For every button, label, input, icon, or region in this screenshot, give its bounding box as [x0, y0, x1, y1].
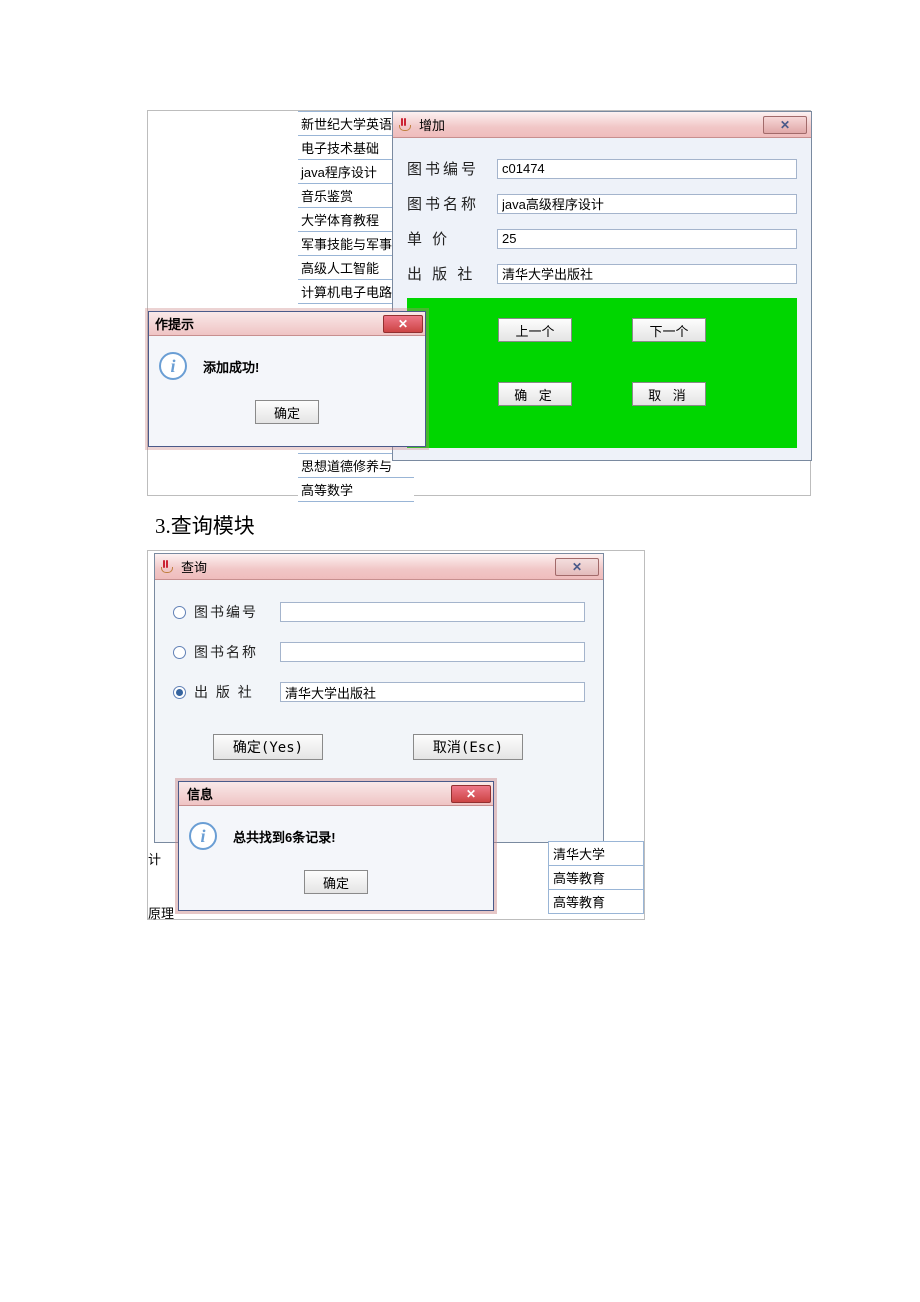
add-dialog-titlebar[interactable]: 增加 ✕: [393, 112, 811, 138]
info-icon: i: [159, 352, 187, 380]
radio-book-name-label: 图书名称: [194, 642, 272, 662]
message-text: 总共找到6条记录!: [233, 827, 336, 846]
table-row: 高等教育: [549, 890, 644, 914]
section-heading: 3.查询模块: [155, 510, 255, 540]
radio-book-id-label: 图书编号: [194, 602, 272, 622]
close-icon: ✕: [780, 118, 790, 132]
edge-text: 计: [148, 849, 161, 868]
message-dialog: 作提示 ✕ i 添加成功! 确定: [148, 311, 426, 447]
query-book-name-input[interactable]: [280, 642, 585, 662]
radio-publisher[interactable]: [173, 686, 186, 699]
java-icon: [397, 117, 413, 133]
ok-button[interactable]: 确 定: [498, 382, 572, 406]
query-ok-button[interactable]: 确定(Yes): [213, 734, 323, 760]
radio-book-id[interactable]: [173, 606, 186, 619]
message-text: 添加成功!: [203, 357, 259, 376]
list-item: 高等数学: [298, 478, 414, 502]
message-dialog-title: 作提示: [151, 314, 194, 333]
query-book-id-input[interactable]: [280, 602, 585, 622]
query-dialog-title: 查询: [181, 557, 207, 576]
book-id-input[interactable]: [497, 159, 797, 179]
close-button[interactable]: ✕: [763, 116, 807, 134]
edge-text: 原理: [148, 903, 174, 922]
book-name-label: 图书名称: [407, 193, 497, 214]
cancel-button[interactable]: 取 消: [632, 382, 706, 406]
add-dialog: 增加 ✕ 图书编号 图书名称 单 价: [392, 111, 812, 461]
message-dialog-title: 信息: [181, 784, 213, 803]
table-row: 清华大学: [549, 842, 644, 866]
close-button[interactable]: ✕: [555, 558, 599, 576]
result-table-fragment: 清华大学 高等教育 高等教育: [548, 841, 644, 914]
close-icon: ✕: [466, 787, 476, 801]
book-name-input[interactable]: [497, 194, 797, 214]
message-dialog-titlebar[interactable]: 信息 ✕: [179, 782, 493, 806]
screenshot-2: 查询 ✕ 图书编号 图书名称 出 版 社: [147, 550, 645, 920]
book-id-label: 图书编号: [407, 158, 497, 179]
message-ok-button[interactable]: 确定: [255, 400, 319, 424]
table-row: 高等教育: [549, 866, 644, 890]
radio-book-name[interactable]: [173, 646, 186, 659]
java-icon: [159, 559, 175, 575]
close-icon: ✕: [572, 560, 582, 574]
query-cancel-button[interactable]: 取消(Esc): [413, 734, 523, 760]
screenshot-1: 新世纪大学英语 电子技术基础 java程序设计 音乐鉴赏 大学体育教程 军事技能…: [147, 110, 811, 496]
query-publisher-input[interactable]: [280, 682, 585, 702]
close-button[interactable]: ✕: [451, 785, 491, 803]
button-panel: 上一个 下一个 确 定 取 消: [407, 298, 797, 448]
message-dialog: 信息 ✕ i 总共找到6条记录! 确定: [178, 781, 494, 911]
prev-button[interactable]: 上一个: [498, 318, 572, 342]
publisher-label: 出 版 社: [407, 263, 497, 284]
info-icon: i: [189, 822, 217, 850]
message-dialog-titlebar[interactable]: 作提示 ✕: [149, 312, 425, 336]
radio-publisher-label: 出 版 社: [194, 682, 272, 702]
price-input[interactable]: [497, 229, 797, 249]
query-dialog-titlebar[interactable]: 查询 ✕: [155, 554, 603, 580]
add-dialog-title: 增加: [419, 115, 445, 134]
close-icon: ✕: [398, 317, 408, 331]
next-button[interactable]: 下一个: [632, 318, 706, 342]
publisher-input[interactable]: [497, 264, 797, 284]
close-button[interactable]: ✕: [383, 315, 423, 333]
message-ok-button[interactable]: 确定: [304, 870, 368, 894]
price-label: 单 价: [407, 228, 497, 249]
